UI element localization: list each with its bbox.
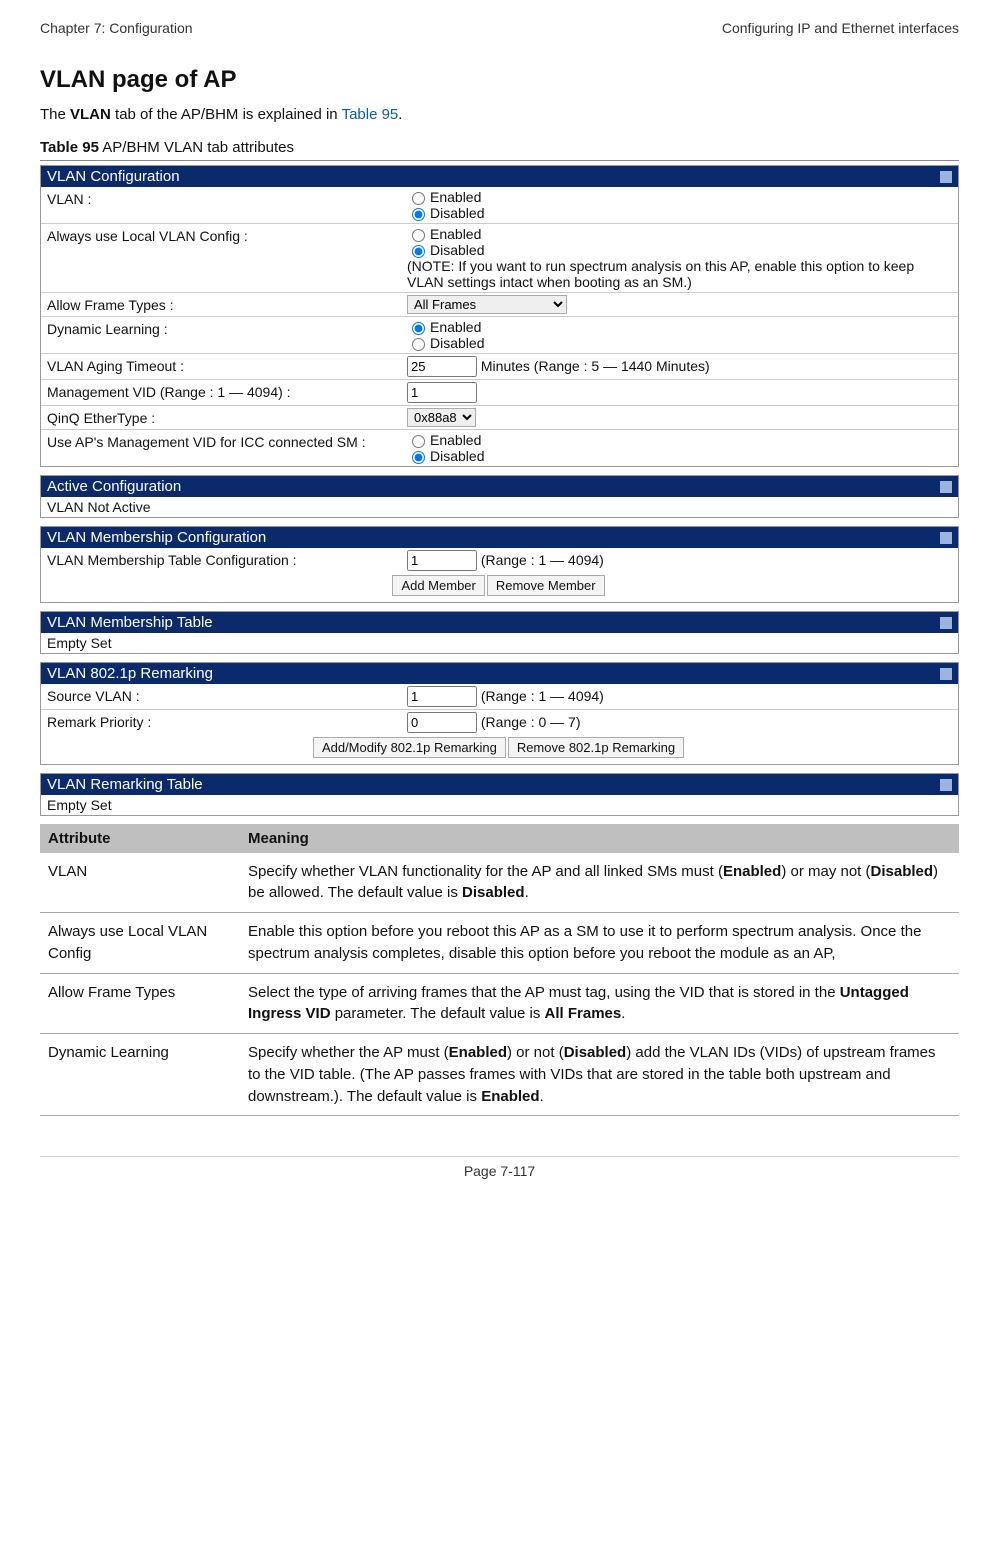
source-vlan-input[interactable] [407, 686, 477, 707]
collapse-icon[interactable] [940, 532, 952, 544]
vlan-disabled-radio[interactable] [412, 208, 425, 221]
table-row: VLAN Specify whether VLAN functionality … [40, 853, 959, 913]
row-aging: VLAN Aging Timeout : Minutes (Range : 5 … [41, 354, 958, 380]
allow-frame-select[interactable]: All Frames [407, 295, 567, 314]
dyn-learn-enabled-radio[interactable] [412, 322, 425, 335]
collapse-icon[interactable] [940, 617, 952, 629]
active-configuration-panel: Active Configuration VLAN Not Active [40, 475, 959, 518]
vlan-membership-table-panel: VLAN Membership Table Empty Set [40, 611, 959, 654]
active-config-body: VLAN Not Active [41, 497, 958, 517]
header-right: Configuring IP and Ethernet interfaces [722, 20, 959, 36]
aging-input[interactable] [407, 356, 477, 377]
collapse-icon[interactable] [940, 779, 952, 791]
row-always-local: Always use Local VLAN Config : Enabled D… [41, 224, 958, 293]
vlan-membership-config-panel: VLAN Membership Configuration VLAN Membe… [40, 526, 959, 603]
table-row: Dynamic Learning Specify whether the AP … [40, 1034, 959, 1116]
collapse-icon[interactable] [940, 481, 952, 493]
row-dynamic-learning: Dynamic Learning : Enabled Disabled [41, 317, 958, 354]
remove-member-button[interactable]: Remove Member [487, 575, 605, 596]
figure-wrap: VLAN Configuration VLAN : Enabled Disabl… [40, 160, 959, 816]
row-qinq: QinQ EtherType : 0x88a8 [41, 406, 958, 430]
dyn-learn-disabled-radio[interactable] [412, 338, 425, 351]
row-icc: Use AP's Management VID for ICC connecte… [41, 430, 958, 466]
row-mgmt-vid: Management VID (Range : 1 — 4094) : [41, 380, 958, 406]
membership-vid-input[interactable] [407, 550, 477, 571]
intro-text: The VLAN tab of the AP/BHM is explained … [40, 104, 959, 127]
collapse-icon[interactable] [940, 668, 952, 680]
add-remarking-button[interactable]: Add/Modify 802.1p Remarking [313, 737, 506, 758]
page-footer: Page 7-117 [40, 1156, 959, 1179]
header-attribute: Attribute [40, 824, 240, 853]
page-header: Chapter 7: Configuration Configuring IP … [40, 20, 959, 36]
vlan-enabled-radio[interactable] [412, 192, 425, 205]
table-row: Always use Local VLAN Config Enable this… [40, 913, 959, 974]
attribute-table: Attribute Meaning VLAN Specify whether V… [40, 824, 959, 1117]
table-header-row: Attribute Meaning [40, 824, 959, 853]
qinq-select[interactable]: 0x88a8 [407, 408, 476, 427]
remark-priority-input[interactable] [407, 712, 477, 733]
collapse-icon[interactable] [940, 171, 952, 183]
icc-enabled-radio[interactable] [412, 435, 425, 448]
vlan-remarking-panel: VLAN 802.1p Remarking Source VLAN : (Ran… [40, 662, 959, 765]
remove-remarking-button[interactable]: Remove 802.1p Remarking [508, 737, 684, 758]
always-local-enabled-radio[interactable] [412, 229, 425, 242]
table-caption: Table 95 AP/BHM VLAN tab attributes [40, 139, 959, 156]
vlan-remarking-table-panel: VLAN Remarking Table Empty Set [40, 773, 959, 816]
always-local-disabled-radio[interactable] [412, 245, 425, 258]
page-title: VLAN page of AP [40, 66, 959, 94]
row-vlan: VLAN : Enabled Disabled [41, 187, 958, 224]
vlan-configuration-panel: VLAN Configuration VLAN : Enabled Disabl… [40, 165, 959, 467]
panel-header: VLAN Configuration [41, 166, 958, 187]
table-link[interactable]: Table 95 [342, 106, 399, 123]
icc-disabled-radio[interactable] [412, 451, 425, 464]
table-row: Allow Frame Types Select the type of arr… [40, 973, 959, 1034]
header-left: Chapter 7: Configuration [40, 20, 193, 36]
header-meaning: Meaning [240, 824, 959, 853]
mgmt-vid-input[interactable] [407, 382, 477, 403]
add-member-button[interactable]: Add Member [392, 575, 484, 596]
row-allow-frame: Allow Frame Types : All Frames [41, 293, 958, 317]
